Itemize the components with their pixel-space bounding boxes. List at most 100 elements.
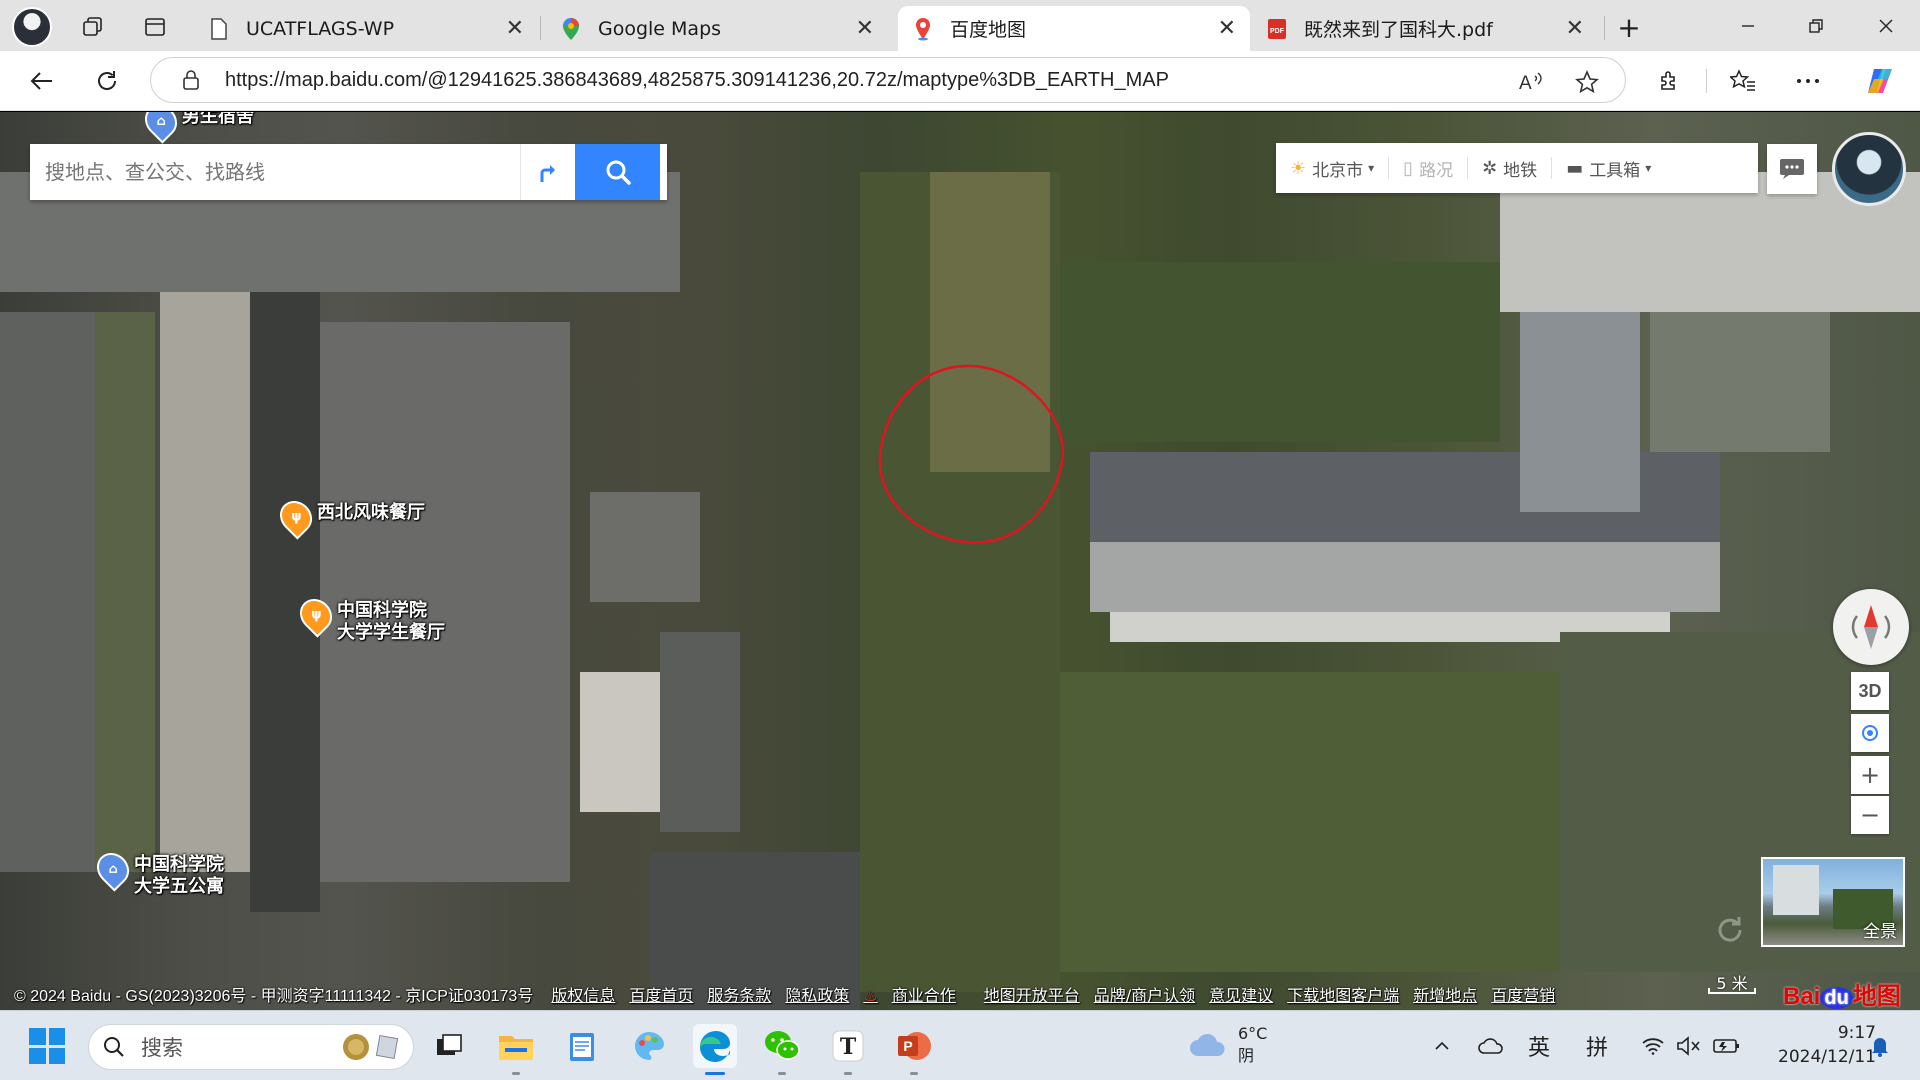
wifi-icon[interactable] xyxy=(1638,1031,1668,1061)
tab-title: UCATFLAGS-WP xyxy=(246,17,395,40)
zoom-out-button[interactable]: − xyxy=(1851,796,1889,834)
close-window-icon[interactable] xyxy=(1858,8,1914,44)
restaurant-icon: ψ xyxy=(276,497,316,537)
vertical-tabs-icon[interactable] xyxy=(140,12,170,42)
wechat-icon[interactable] xyxy=(760,1024,804,1075)
3d-toggle-button[interactable]: 3D xyxy=(1851,672,1889,710)
battery-icon[interactable] xyxy=(1710,1031,1744,1061)
tab-baidu-map[interactable]: 百度地图 ✕ xyxy=(898,6,1250,51)
rooftop xyxy=(590,492,700,602)
powerpoint-icon[interactable]: P xyxy=(892,1024,936,1075)
tab-pdf[interactable]: PDF 既然来到了国科大.pdf ✕ xyxy=(1252,6,1598,51)
footer-link-home[interactable]: 百度首页 xyxy=(629,982,693,1006)
task-view-icon[interactable] xyxy=(427,1024,471,1068)
taskbar-indicator xyxy=(910,1072,918,1075)
ime-language-indicator[interactable]: 英 xyxy=(1524,1031,1554,1061)
browser-profile-avatar[interactable] xyxy=(12,7,52,47)
compass-control[interactable] xyxy=(1833,589,1909,665)
map-search-input[interactable] xyxy=(30,144,520,200)
user-avatar[interactable] xyxy=(1832,132,1906,206)
edge-browser-icon[interactable] xyxy=(693,1024,737,1075)
back-arrow-icon[interactable] xyxy=(24,63,60,99)
message-button[interactable] xyxy=(1767,144,1817,194)
toolbox-label: 工具箱 xyxy=(1589,160,1641,181)
baidu-map-logo[interactable]: Bai du 地图 xyxy=(1783,976,1901,1010)
extensions-icon[interactable] xyxy=(1651,63,1687,99)
map-footer: © 2024 Baidu - GS(2023)3206号 - 甲测资字11111… xyxy=(0,978,1920,1010)
toolbar-divider xyxy=(1706,69,1707,93)
building-icon: ⌂ xyxy=(93,849,133,889)
tab-close-icon[interactable]: ✕ xyxy=(506,16,524,41)
rooftop xyxy=(0,312,95,872)
notepad-icon[interactable] xyxy=(560,1024,604,1068)
new-tab-button[interactable]: + xyxy=(1614,11,1644,44)
tab-close-icon[interactable]: ✕ xyxy=(1218,16,1236,41)
copyright-text: © 2024 Baidu - GS(2023)3206号 - 甲测资字11111… xyxy=(14,988,534,1005)
poi-label: 男生宿舍 xyxy=(182,112,254,127)
url-field[interactable]: https://map.baidu.com/@12941625.38684368… xyxy=(150,57,1626,103)
city-selector[interactable]: ☀ 北京市 ▾ xyxy=(1276,143,1388,193)
poi-dormitory[interactable]: ⌂ 男生宿舍 xyxy=(141,112,254,141)
cloud-icon xyxy=(1190,1033,1225,1056)
footer-link-open-platform[interactable]: 地图开放平台 xyxy=(984,982,1080,1006)
zoom-in-button[interactable]: + xyxy=(1851,756,1889,794)
rotate-view-icon[interactable] xyxy=(1712,912,1748,948)
footer-link-feedback[interactable]: 意见建议 xyxy=(1209,982,1273,1006)
lock-icon[interactable] xyxy=(179,68,203,92)
footer-link-terms[interactable]: 服务条款 xyxy=(707,982,771,1006)
typora-icon[interactable]: T xyxy=(826,1024,870,1075)
paint-app-icon[interactable] xyxy=(627,1024,671,1068)
document-icon xyxy=(208,17,230,40)
satellite-map[interactable]: ☀ 北京市 ▾ ▯ 路况 ✲ 地铁 ▬ 工具箱 ▾ ⌂ 男生宿舍 ψ 西北风味餐… xyxy=(0,112,1920,1010)
copilot-icon[interactable] xyxy=(1862,63,1898,99)
locate-me-button[interactable] xyxy=(1851,714,1889,752)
workspaces-icon[interactable] xyxy=(78,12,108,42)
system-clock[interactable]: 9:17 2024/12/11 xyxy=(1752,1021,1876,1069)
rooftop xyxy=(1650,312,1830,452)
footer-link-brand-claim[interactable]: 品牌/商户认领 xyxy=(1094,982,1195,1006)
poi-restaurant-northwest[interactable]: ψ 西北风味餐厅 xyxy=(276,497,425,537)
footer-link-label: 商业合作 xyxy=(891,986,956,1005)
url-text[interactable]: https://map.baidu.com/@12941625.38684368… xyxy=(225,69,1169,92)
scale-line xyxy=(1708,988,1756,994)
speaker-muted-icon[interactable] xyxy=(1674,1031,1704,1061)
tab-close-icon[interactable]: ✕ xyxy=(856,16,874,41)
refresh-icon[interactable] xyxy=(89,63,125,99)
chevron-up-icon[interactable] xyxy=(1430,1031,1454,1061)
taskbar-search-box[interactable]: 搜索 xyxy=(88,1024,414,1070)
subway-toggle[interactable]: ✲ 地铁 xyxy=(1468,143,1551,193)
read-aloud-icon[interactable]: A xyxy=(1517,68,1545,96)
footer-link-copyright[interactable]: 版权信息 xyxy=(551,982,615,1006)
footer-link-privacy[interactable]: 隐私政策 xyxy=(785,982,849,1006)
file-explorer-icon[interactable] xyxy=(494,1024,538,1075)
windows-start-icon[interactable] xyxy=(29,1028,65,1064)
footer-link-add-place[interactable]: 新增地点 xyxy=(1413,982,1477,1006)
tab-google-maps[interactable]: Google Maps ✕ xyxy=(546,6,888,51)
footer-link-business[interactable]: ♨ 商业合作 xyxy=(863,982,969,1006)
favorite-star-icon[interactable] xyxy=(1573,68,1601,96)
footer-link-marketing[interactable]: 百度营销 xyxy=(1491,982,1555,1006)
tab-ucatflags[interactable]: UCATFLAGS-WP ✕ xyxy=(194,6,538,51)
notification-bell-icon[interactable] xyxy=(1866,1031,1894,1061)
restore-icon[interactable] xyxy=(1788,8,1844,44)
traffic-toggle[interactable]: ▯ 路况 xyxy=(1389,143,1467,193)
minimize-icon[interactable] xyxy=(1720,8,1776,44)
clock-time: 9:17 xyxy=(1837,1023,1876,1043)
footer-link-download[interactable]: 下载地图客户端 xyxy=(1287,982,1399,1006)
map-search-button[interactable] xyxy=(575,144,660,200)
chevron-down-icon: ▾ xyxy=(1645,161,1652,175)
vegetation xyxy=(1060,262,1500,442)
route-directions-icon[interactable] xyxy=(520,144,575,200)
ime-mode-indicator[interactable]: 拼 xyxy=(1582,1031,1612,1061)
onedrive-cloud-icon[interactable] xyxy=(1476,1031,1506,1061)
weather-widget[interactable]: 6°C 阴 xyxy=(1188,1023,1267,1067)
chat-bubble-icon xyxy=(1780,159,1804,179)
poi-apartment-five[interactable]: ⌂ 中国科学院 大学五公寓 xyxy=(93,849,224,898)
panorama-thumbnail[interactable]: 全景 xyxy=(1761,857,1905,947)
tab-close-icon[interactable]: ✕ xyxy=(1566,16,1584,41)
favorites-collection-icon[interactable] xyxy=(1725,63,1761,99)
toolbox-menu[interactable]: ▬ 工具箱 ▾ xyxy=(1552,143,1665,193)
more-menu-icon[interactable] xyxy=(1790,63,1826,99)
poi-student-canteen[interactable]: ψ 中国科学院 大学学生餐厅 xyxy=(296,595,445,644)
flame-icon: ♨ xyxy=(863,986,878,1005)
